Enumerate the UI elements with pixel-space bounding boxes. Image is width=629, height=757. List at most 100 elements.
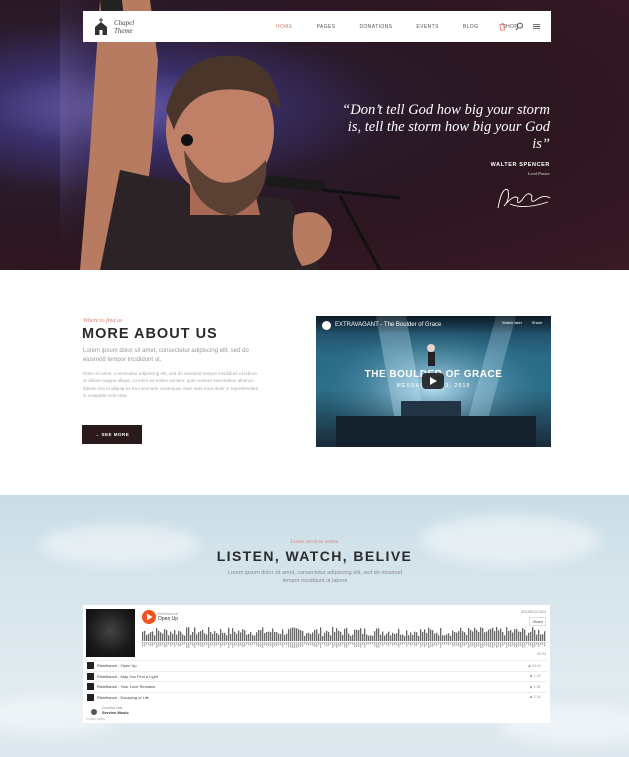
waveform-bar [306, 633, 308, 641]
waveform-bar [244, 630, 246, 641]
waveform-reflection [540, 642, 542, 645]
waveform-bar [440, 628, 442, 641]
waveform-bar [182, 634, 184, 641]
waveform-reflection [472, 642, 474, 647]
waveform-bar [374, 631, 376, 641]
menu-item-donations[interactable]: DONATIONS [359, 24, 392, 30]
waveform-reflection [450, 642, 452, 645]
waveform-bar [268, 631, 270, 641]
cart-icon[interactable] [498, 22, 507, 31]
about-section: Where to find us MORE ABOUT US Lorem ips… [0, 270, 629, 495]
waveform-bar [238, 630, 240, 641]
signature [497, 188, 551, 209]
watch-later-button[interactable]: Watch later [500, 320, 524, 325]
waveform-reflection [166, 642, 168, 647]
waveform-bar [450, 635, 452, 641]
waveform-reflection [222, 642, 224, 646]
waveform-reflection [362, 642, 364, 646]
menu-item-blog[interactable]: BLOG [463, 24, 479, 30]
waveform-bar [296, 628, 298, 641]
waveform-reflection [428, 642, 430, 649]
waveform-reflection [174, 642, 176, 647]
waveform-reflection [392, 642, 394, 646]
waveform-reflection [496, 642, 498, 649]
search-icon[interactable] [515, 22, 524, 31]
menu-item-home[interactable]: HOME [276, 24, 293, 30]
waveform-reflection [408, 642, 410, 645]
uploader-name[interactable]: Service Music [102, 710, 129, 715]
waveform-bar [354, 629, 356, 641]
waveform-reflection [328, 642, 330, 647]
waveform-bar [184, 635, 186, 641]
waveform-bar [442, 635, 444, 641]
player-play-button[interactable] [142, 610, 156, 624]
waveform-reflection [210, 642, 212, 647]
waveform-reflection [226, 642, 228, 645]
waveform-reflection [350, 642, 352, 645]
waveform-reflection [460, 642, 462, 648]
waveform-reflection [272, 642, 274, 648]
waveform-bar [466, 634, 468, 641]
see-more-button[interactable]: → SEE MORE [82, 425, 142, 444]
waveform-bar [226, 635, 228, 641]
waveform-bar [500, 628, 502, 641]
waveform-reflection [338, 642, 340, 647]
play-icon [147, 613, 153, 621]
waveform-bar [290, 628, 292, 641]
waveform-reflection [430, 642, 432, 648]
waveform-bar [406, 630, 408, 641]
track-plays: ▶ 1.8K [530, 684, 541, 689]
uploader-avatar[interactable] [91, 709, 97, 715]
waveform-reflection [344, 642, 346, 648]
waveform-bar [262, 627, 264, 641]
track-row[interactable]: Ristrittance - Escaping of Life ▶ 2.1K [86, 691, 547, 703]
waveform-bar [340, 631, 342, 641]
waveform-reflection [374, 642, 376, 647]
waveform-bar [482, 628, 484, 641]
waveform-reflection [468, 642, 470, 648]
waveform-reflection [386, 642, 388, 646]
waveform-reflection [444, 642, 446, 645]
waveform-bar [506, 627, 508, 641]
waveform-reflection [300, 642, 302, 647]
video-title[interactable]: EXTRAVAGANT - The Boulder of Grace [335, 322, 441, 328]
waveform-bar [188, 627, 190, 641]
cookie-policy-link[interactable]: Cookie policy [86, 717, 105, 721]
video-embed[interactable]: EXTRAVAGANT - The Boulder of Grace Watch… [316, 316, 551, 447]
menu-item-events[interactable]: EVENTS [416, 24, 438, 30]
video-share-button[interactable]: Share [529, 320, 545, 325]
waveform-bar [272, 628, 274, 641]
waveform-bar [416, 632, 418, 641]
track-row[interactable]: Ristrittance - Open Up ▶ 03:24 [86, 660, 547, 671]
menu-item-pages[interactable]: PAGES [317, 24, 336, 30]
track-row[interactable]: Ristrittance - May You Find a Light ▶ 1.… [86, 670, 547, 682]
waveform-reflection [190, 642, 192, 645]
waveform[interactable] [142, 627, 547, 651]
waveform-reflection [364, 642, 366, 648]
waveform-bar [366, 634, 368, 641]
waveform-bar [430, 629, 432, 641]
waveform-reflection [220, 642, 222, 648]
site-logo[interactable]: Chapel Theme [93, 17, 144, 36]
channel-avatar[interactable] [322, 321, 331, 330]
about-title: MORE ABOUT US [82, 326, 218, 342]
track-row[interactable]: Ristrittance - Your Love Remains ▶ 1.8K [86, 681, 547, 692]
waveform-bar [344, 628, 346, 641]
menu-icon[interactable] [532, 22, 541, 31]
waveform-bar [228, 627, 230, 641]
waveform-reflection [298, 642, 300, 648]
waveform-reflection [418, 642, 420, 645]
waveform-reflection [240, 642, 242, 646]
waveform-bar [540, 634, 542, 641]
waveform-reflection [282, 642, 284, 648]
soundcloud-logo[interactable]: SOUNDCLOUD [521, 610, 546, 614]
player-track[interactable]: Open Up [158, 616, 178, 622]
waveform-reflection [520, 642, 522, 647]
player-share-button[interactable]: Share [529, 617, 546, 626]
video-play-button[interactable] [422, 373, 444, 389]
waveform-bar [142, 631, 144, 641]
waveform-reflection [154, 642, 156, 645]
waveform-bar [352, 634, 354, 641]
waveform-bar [496, 627, 498, 641]
waveform-reflection [264, 642, 266, 646]
